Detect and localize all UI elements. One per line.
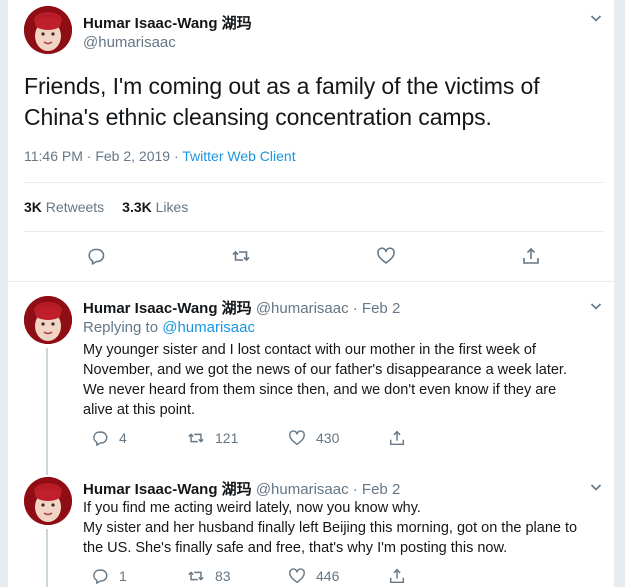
- share-icon: [388, 567, 406, 585]
- reply-count: 1: [119, 568, 127, 584]
- divider: [24, 231, 604, 232]
- reply-header: Humar Isaac-Wang 湖玛 @humarisaac · Feb 2: [83, 297, 400, 318]
- chevron-down-icon[interactable]: [590, 300, 602, 312]
- reply-actions: 1 83 446: [83, 566, 603, 586]
- thread-line: [46, 459, 48, 475]
- avatar[interactable]: [24, 296, 72, 344]
- divider: [24, 182, 604, 183]
- tweet-actions: [8, 236, 614, 276]
- reply-text: My younger sister and I lost contact wit…: [83, 342, 567, 418]
- avatar[interactable]: [24, 477, 72, 525]
- user-handle[interactable]: @humarisaac: [256, 300, 349, 317]
- retweets-stat[interactable]: 3K Retweets: [24, 199, 104, 215]
- like-button[interactable]: 446: [288, 566, 339, 586]
- tweet-text: Friends, I'm coming out as a family of t…: [24, 73, 540, 130]
- tweet-date[interactable]: · Feb 2: [349, 300, 401, 317]
- share-button[interactable]: [388, 428, 406, 448]
- client-link[interactable]: Twitter Web Client: [182, 148, 295, 164]
- tweet-date[interactable]: · Feb 2: [349, 481, 401, 498]
- share-button[interactable]: [388, 566, 406, 586]
- reply-tweet[interactable]: Humar Isaac-Wang 湖玛 @humarisaac · Feb 2 …: [8, 459, 614, 587]
- retweet-icon: [187, 567, 205, 585]
- display-name[interactable]: Humar Isaac-Wang 湖玛: [83, 12, 252, 33]
- retweet-count: 121: [215, 430, 239, 446]
- reply-text: If you find me acting weird lately, now …: [83, 500, 578, 556]
- chevron-down-icon[interactable]: [590, 481, 602, 493]
- reply-button[interactable]: 4: [91, 428, 127, 448]
- thread-line: [46, 529, 48, 587]
- retweet-count: 83: [215, 568, 231, 584]
- like-icon: [288, 567, 306, 585]
- tweet-stats: 3K Retweets 3.3K Likes: [24, 199, 188, 215]
- reply-tweet[interactable]: Humar Isaac-Wang 湖玛 @humarisaac · Feb 2 …: [8, 281, 614, 460]
- timestamp[interactable]: 11:46 PM · Feb 2, 2019 ·: [24, 148, 182, 164]
- like-icon: [288, 429, 306, 447]
- timeline-panel: Humar Isaac-Wang 湖玛 @humarisaac Friends,…: [8, 0, 614, 587]
- retweet-button[interactable]: 83: [187, 566, 231, 586]
- reply-icon[interactable]: [86, 246, 106, 266]
- reply-icon: [91, 429, 109, 447]
- likes-stat[interactable]: 3.3K Likes: [122, 199, 188, 215]
- reply-header: Humar Isaac-Wang 湖玛 @humarisaac · Feb 2: [83, 478, 400, 499]
- tweet-timestamp: 11:46 PM · Feb 2, 2019 · Twitter Web Cli…: [24, 148, 296, 164]
- thread-line: [46, 348, 48, 460]
- main-tweet: Humar Isaac-Wang 湖玛 @humarisaac Friends,…: [8, 0, 614, 281]
- like-count: 446: [316, 568, 340, 584]
- reply-icon: [91, 567, 109, 585]
- like-count: 430: [316, 430, 340, 446]
- replying-to: Replying to @humarisaac: [83, 319, 255, 336]
- like-icon[interactable]: [376, 246, 396, 266]
- retweet-button[interactable]: 121: [187, 428, 238, 448]
- user-handle[interactable]: @humarisaac: [83, 34, 176, 51]
- avatar[interactable]: [24, 6, 72, 54]
- user-handle[interactable]: @humarisaac: [256, 481, 349, 498]
- display-name[interactable]: Humar Isaac-Wang 湖玛: [83, 300, 252, 317]
- replying-to-link[interactable]: @humarisaac: [162, 319, 255, 336]
- share-icon[interactable]: [521, 246, 541, 266]
- reply-actions: 4 121 430: [83, 428, 603, 448]
- retweet-icon[interactable]: [231, 246, 251, 266]
- reply-button[interactable]: 1: [91, 566, 127, 586]
- retweet-icon: [187, 429, 205, 447]
- share-icon: [388, 429, 406, 447]
- display-name[interactable]: Humar Isaac-Wang 湖玛: [83, 481, 252, 498]
- chevron-down-icon[interactable]: [590, 12, 602, 24]
- like-button[interactable]: 430: [288, 428, 339, 448]
- reply-count: 4: [119, 430, 127, 446]
